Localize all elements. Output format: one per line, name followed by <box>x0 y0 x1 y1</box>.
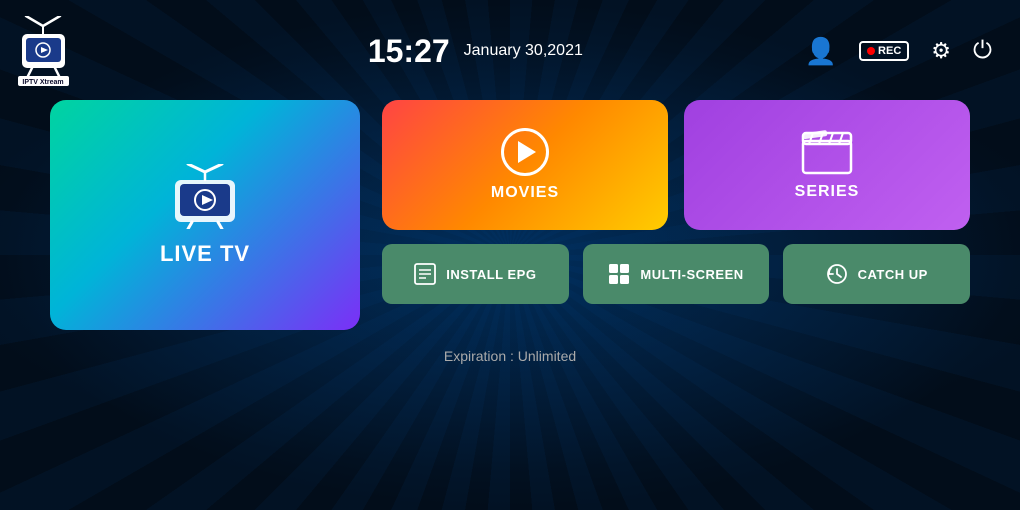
footer: Expiration : Unlimited <box>0 348 1020 364</box>
series-label: SERIES <box>795 183 860 201</box>
live-tv-icon <box>170 164 240 229</box>
right-column: MOVIES SERIES <box>382 100 970 304</box>
header-icons: 👤 REC ⚙ ⏻ <box>805 36 992 67</box>
expiration-text: Expiration : Unlimited <box>444 348 576 364</box>
logo-area: IPTV Xtream <box>16 16 146 86</box>
header-center: 15:27 January 30,2021 <box>146 33 805 70</box>
rec-dot <box>867 47 875 55</box>
catch-up-button[interactable]: CATCH UP <box>783 244 970 304</box>
movies-play-icon <box>501 128 549 176</box>
top-cards: MOVIES SERIES <box>382 100 970 230</box>
bottom-buttons: INSTALL EPG MULTI-SCREEN <box>382 244 970 304</box>
multi-screen-button[interactable]: MULTI-SCREEN <box>583 244 770 304</box>
main-content: LIVE TV MOVIES <box>0 100 1020 330</box>
movies-card[interactable]: MOVIES <box>382 100 668 230</box>
movies-label: MOVIES <box>491 184 559 202</box>
power-icon[interactable]: ⏻ <box>973 37 992 65</box>
logo-svg: IPTV Xtream <box>16 16 71 86</box>
rec-label: REC <box>878 45 901 57</box>
play-triangle <box>518 141 536 163</box>
settings-icon[interactable]: ⚙ <box>931 38 951 64</box>
user-icon[interactable]: 👤 <box>805 36 837 67</box>
rec-icon[interactable]: REC <box>859 41 909 61</box>
svg-text:IPTV Xtream: IPTV Xtream <box>22 79 63 86</box>
live-tv-label: LIVE TV <box>160 241 250 267</box>
multi-screen-icon <box>608 263 630 285</box>
date-display: January 30,2021 <box>464 42 583 60</box>
time-display: 15:27 <box>368 33 450 70</box>
logo-wrapper: IPTV Xtream <box>16 16 71 86</box>
install-epg-icon <box>414 263 436 285</box>
catch-up-icon <box>826 263 848 285</box>
header: IPTV Xtream 15:27 January 30,2021 👤 REC … <box>0 0 1020 90</box>
series-card[interactable]: SERIES <box>684 100 970 230</box>
install-epg-button[interactable]: INSTALL EPG <box>382 244 569 304</box>
live-tv-card[interactable]: LIVE TV <box>50 100 360 330</box>
catch-up-label: CATCH UP <box>858 267 928 282</box>
install-epg-label: INSTALL EPG <box>446 267 536 282</box>
multi-screen-label: MULTI-SCREEN <box>640 267 743 282</box>
clapboard-icon <box>801 129 853 175</box>
